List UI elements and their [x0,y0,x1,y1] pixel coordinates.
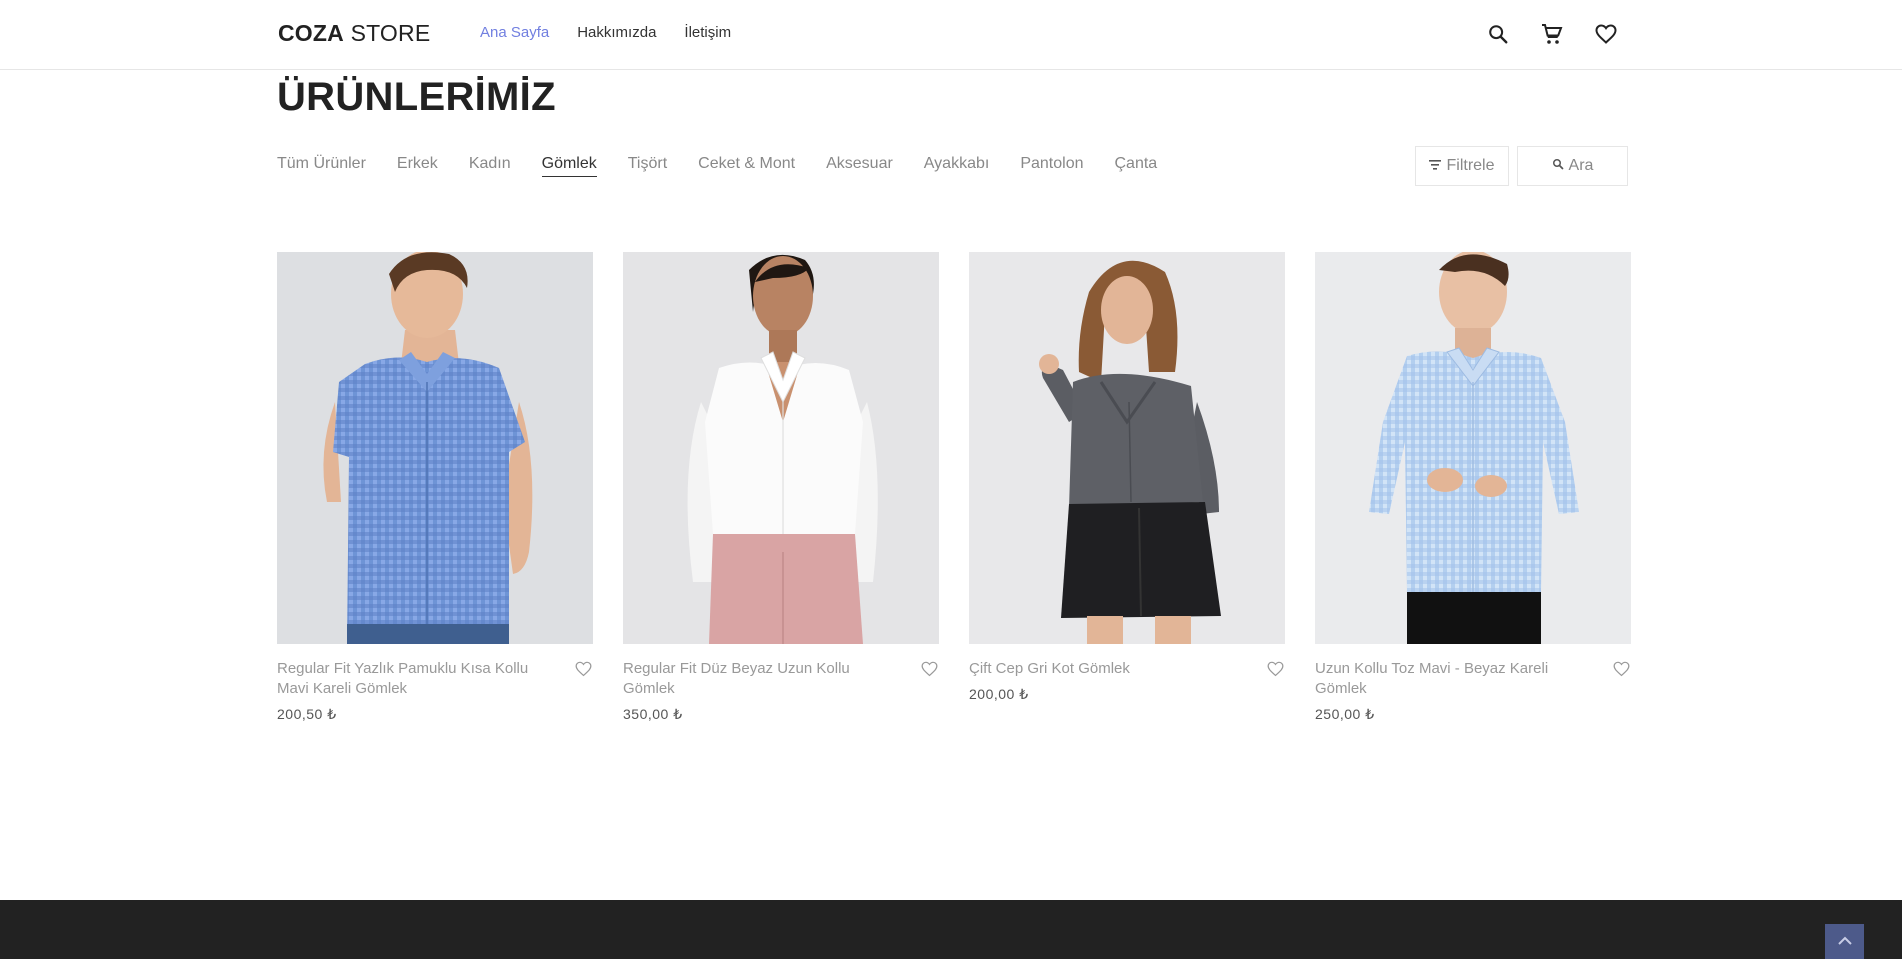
product-card: Çift Cep Gri Kot Gömlek 200,00 ₺ [969,252,1285,723]
product-price: 200,00 ₺ [969,686,1029,702]
heart-icon[interactable] [574,660,593,682]
cart-icon[interactable] [1538,20,1566,48]
product-name[interactable]: Çift Cep Gri Kot Gömlek [969,659,1251,679]
search-toggle-button[interactable]: Ara [1517,146,1628,186]
category-tshirts[interactable]: Tişört [628,155,667,177]
search-icon [1552,157,1564,175]
product-name[interactable]: Regular Fit Düz Beyaz Uzun Kollu Gömlek [623,659,905,699]
product-info: Uzun Kollu Toz Mavi - Beyaz Kareli Gömle… [1315,659,1631,723]
product-price: 200,50 ₺ [277,706,337,722]
category-jackets[interactable]: Ceket & Mont [698,155,795,177]
heart-icon[interactable] [1612,660,1631,682]
product-info: Regular Fit Düz Beyaz Uzun Kollu Gömlek … [623,659,939,723]
logo-light: STORE [350,20,431,46]
nav-about[interactable]: Hakkımızda [577,24,656,41]
product-info: Çift Cep Gri Kot Gömlek 200,00 ₺ [969,659,1285,703]
product-grid: Regular Fit Yazlık Pamuklu Kısa Kollu Ma… [277,252,1631,723]
product-price: 350,00 ₺ [623,706,683,722]
product-card: Uzun Kollu Toz Mavi - Beyaz Kareli Gömle… [1315,252,1631,723]
chevron-up-icon [1837,933,1852,951]
logo[interactable]: COZA STORE [278,20,430,47]
site-footer [0,900,1902,959]
search-label: Ara [1568,157,1594,174]
back-to-top-button[interactable] [1825,924,1864,959]
logo-bold: COZA [278,20,344,46]
product-info: Regular Fit Yazlık Pamuklu Kısa Kollu Ma… [277,659,593,723]
category-trousers[interactable]: Pantolon [1020,155,1083,177]
product-price: 250,00 ₺ [1315,706,1375,722]
category-men[interactable]: Erkek [397,155,438,177]
page-title: ÜRÜNLERİMİZ [277,75,556,119]
product-card: Regular Fit Düz Beyaz Uzun Kollu Gömlek … [623,252,939,723]
category-filters: Tüm Ürünler Erkek Kadın Gömlek Tişört Ce… [277,155,1157,177]
filter-button[interactable]: Filtrele [1415,146,1509,186]
filter-label: Filtrele [1446,157,1495,174]
header-icons [1484,20,1620,48]
heart-icon[interactable] [920,660,939,682]
product-name[interactable]: Regular Fit Yazlık Pamuklu Kısa Kollu Ma… [277,659,559,699]
filter-icon [1429,157,1442,175]
product-card: Regular Fit Yazlık Pamuklu Kısa Kollu Ma… [277,252,593,723]
category-women[interactable]: Kadın [469,155,511,177]
category-bags[interactable]: Çanta [1115,155,1158,177]
search-icon[interactable] [1484,20,1512,48]
product-image[interactable] [277,252,593,644]
product-name[interactable]: Uzun Kollu Toz Mavi - Beyaz Kareli Gömle… [1315,659,1597,699]
nav-home[interactable]: Ana Sayfa [480,24,549,41]
category-all[interactable]: Tüm Ürünler [277,155,366,177]
product-image[interactable] [623,252,939,644]
main-nav: Ana Sayfa Hakkımızda İletişim [480,24,731,41]
product-image[interactable] [969,252,1285,644]
product-image[interactable] [1315,252,1631,644]
category-shoes[interactable]: Ayakkabı [924,155,990,177]
wishlist-heart-icon[interactable] [1592,20,1620,48]
nav-contact[interactable]: İletişim [684,24,731,41]
category-accessories[interactable]: Aksesuar [826,155,893,177]
heart-icon[interactable] [1266,660,1285,682]
site-header: COZA STORE Ana Sayfa Hakkımızda İletişim [0,0,1902,70]
category-shirts[interactable]: Gömlek [541,155,597,177]
